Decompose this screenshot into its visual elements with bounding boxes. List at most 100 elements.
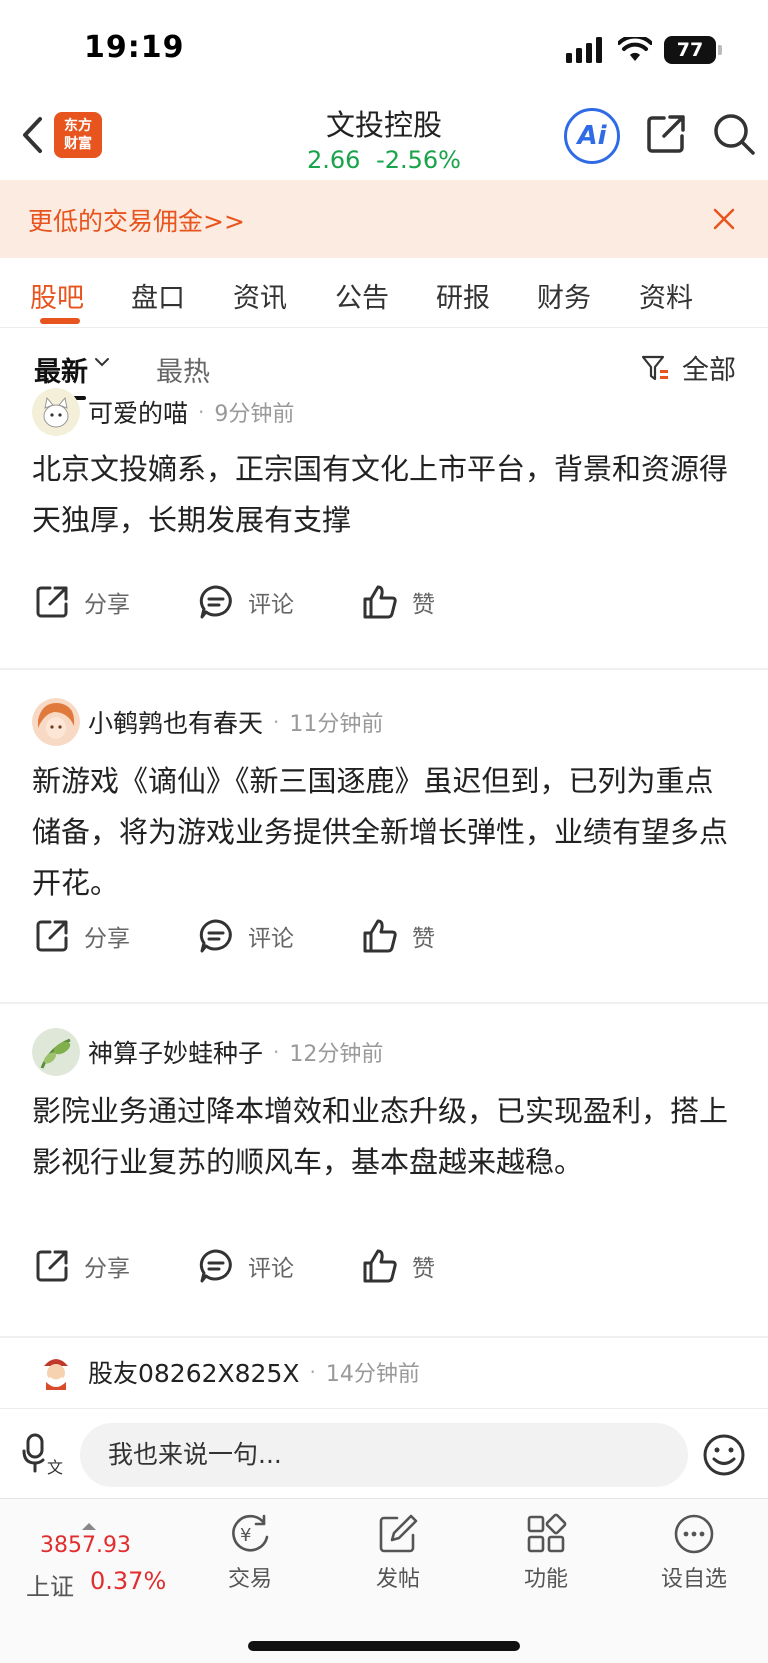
share-action[interactable]: 分享 <box>34 918 198 954</box>
post-content[interactable]: 影院业务通过降本增效和业态升级，已实现盈利，搭上影视行业复苏的顺风车，基本盘越来… <box>32 1086 742 1188</box>
stock-header: 东方 财富 文投控股 2.66 -2.56% Ai <box>0 100 768 180</box>
new-post-button[interactable]: 发帖 <box>338 1513 458 1593</box>
tab-guba[interactable]: 股吧 <box>30 276 84 315</box>
voice-input-button[interactable]: 文 <box>22 1431 66 1477</box>
promo-text[interactable]: 更低的交易佣金>> <box>28 202 245 238</box>
tab-finance[interactable]: 财务 <box>537 276 591 315</box>
comment-input-bar: 文 我也来说一句... <box>0 1408 768 1498</box>
tab-profile[interactable]: 资料 <box>639 276 693 315</box>
sort-latest[interactable]: 最新 <box>34 350 88 389</box>
post-time: 11分钟前 <box>289 712 384 737</box>
stock-tabs: 股吧 盘口 资讯 公告 研报 财务 资料 <box>0 258 768 328</box>
trade-button[interactable]: ¥ 交易 <box>190 1513 310 1593</box>
post-header: 小鹌鹑也有春天 · 11分钟前 <box>32 698 383 746</box>
post-item[interactable]: 可爱的喵 · 9分钟前 北京文投嫡系，正宗国有文化上市平台，背景和资源得天独厚，… <box>0 388 768 670</box>
functions-grid-icon <box>527 1513 567 1553</box>
share-action[interactable]: 分享 <box>34 584 198 620</box>
svg-text:¥: ¥ <box>240 1525 251 1546</box>
post-header: 股友08262X825X · 14分钟前 <box>32 1348 420 1396</box>
index-change: 0.37% <box>90 1567 167 1595</box>
share-external-icon <box>647 115 685 153</box>
battery-indicator: 77 <box>664 36 722 64</box>
thumbs-up-icon <box>363 1249 397 1283</box>
status-time: 19:19 <box>84 30 185 65</box>
caret-up-icon <box>82 1523 96 1530</box>
voice-to-text-icon: 文 <box>22 1433 63 1477</box>
cat-avatar-icon[interactable] <box>32 388 80 436</box>
sort-hot[interactable]: 最热 <box>156 350 210 389</box>
trade-icon: ¥ <box>232 1514 269 1552</box>
post-content[interactable]: 北京文投嫡系，正宗国有文化上市平台，背景和资源得天独厚，长期发展有支撑 <box>32 444 742 546</box>
functions-button[interactable]: 功能 <box>486 1513 606 1593</box>
more-dots-icon <box>674 1514 714 1554</box>
post-item[interactable]: 小鹌鹑也有春天 · 11分钟前 新游戏《谪仙》《新三国逐鹿》虽迟但到，已列为重点… <box>0 670 768 1004</box>
like-action[interactable]: 赞 <box>362 1248 526 1284</box>
filter-all-label: 全部 <box>682 355 736 386</box>
wifi-icon <box>618 37 652 61</box>
anime-girl-avatar-icon[interactable] <box>32 698 80 746</box>
post-author[interactable]: 神算子妙蛙种子 <box>88 1034 263 1070</box>
tab-news[interactable]: 资讯 <box>233 276 287 315</box>
post-header: 神算子妙蛙种子 · 12分钟前 <box>32 1028 383 1076</box>
post-item[interactable]: 神算子妙蛙种子 · 12分钟前 影院业务通过降本增效和业态升级，已实现盈利，搭上… <box>0 1004 768 1338</box>
market-index-ticker[interactable]: 3857.93 上证 0.37% <box>20 1519 180 1601</box>
like-action[interactable]: 赞 <box>362 918 526 954</box>
bottom-toolbar: 3857.93 上证 0.37% ¥ 交易 发帖 功能 设自选 <box>0 1498 768 1663</box>
like-action[interactable]: 赞 <box>362 584 526 620</box>
emoji-button[interactable] <box>702 1433 746 1477</box>
status-bar: 19:19 77 <box>0 0 768 100</box>
comment-action[interactable]: 评论 <box>198 1248 362 1284</box>
stock-change: -2.56% <box>376 146 461 174</box>
ai-assistant-button[interactable]: Ai <box>564 108 620 164</box>
share-icon <box>36 1250 68 1282</box>
tab-announcements[interactable]: 公告 <box>335 276 389 315</box>
post-time: 14分钟前 <box>325 1362 420 1387</box>
filter-funnel-icon <box>641 355 668 380</box>
post-author[interactable]: 小鹌鹑也有春天 <box>88 704 263 740</box>
comment-action[interactable]: 评论 <box>198 584 362 620</box>
thumbs-up-icon <box>363 585 397 619</box>
stock-price: 2.66 <box>307 146 361 174</box>
comment-bubble-icon <box>199 919 232 953</box>
post-time: 12分钟前 <box>289 1042 384 1067</box>
svg-text:文: 文 <box>47 1458 63 1475</box>
share-action[interactable]: 分享 <box>34 1248 198 1284</box>
promo-close-button[interactable] <box>702 197 746 241</box>
add-watchlist-button[interactable]: 设自选 <box>634 1513 754 1593</box>
comment-bubble-icon <box>199 1249 232 1283</box>
cellular-signal-icon <box>566 37 602 63</box>
active-tab-indicator <box>40 318 80 324</box>
post-author[interactable]: 股友08262X825X <box>88 1354 300 1390</box>
post-actions: 分享 评论 赞 <box>34 582 526 622</box>
post-time: 9分钟前 <box>214 402 295 427</box>
home-indicator[interactable] <box>248 1641 520 1651</box>
post-edit-icon <box>379 1514 418 1553</box>
index-value: 3857.93 <box>40 1533 131 1558</box>
post-item[interactable]: 股友08262X825X · 14分钟前 <box>0 1338 768 1408</box>
post-actions: 分享 评论 赞 <box>34 916 526 956</box>
share-button[interactable] <box>644 112 692 160</box>
comment-action[interactable]: 评论 <box>198 918 362 954</box>
fortune-god-avatar-icon[interactable] <box>32 1348 80 1396</box>
search-button[interactable] <box>712 112 760 160</box>
post-header: 可爱的喵 · 9分钟前 <box>32 388 294 436</box>
smiley-face-icon <box>703 1434 745 1476</box>
promo-banner[interactable]: 更低的交易佣金>> <box>0 180 768 258</box>
search-icon <box>714 114 755 155</box>
post-author[interactable]: 可爱的喵 <box>88 394 188 430</box>
share-icon <box>36 586 68 618</box>
share-icon <box>36 920 68 952</box>
plant-avatar-icon[interactable] <box>32 1028 80 1076</box>
thumbs-up-icon <box>363 919 397 953</box>
comment-input[interactable]: 我也来说一句... <box>80 1423 688 1487</box>
status-icons: 77 <box>566 36 722 64</box>
tab-research[interactable]: 研报 <box>436 276 490 315</box>
comment-bubble-icon <box>199 585 232 619</box>
filter-all-button[interactable]: 全部 <box>640 348 736 387</box>
close-icon <box>713 208 735 230</box>
tab-pankou[interactable]: 盘口 <box>131 276 185 315</box>
index-name: 上证 <box>26 1573 74 1601</box>
post-content[interactable]: 新游戏《谪仙》《新三国逐鹿》虽迟但到，已列为重点储备，将为游戏业务提供全新增长弹… <box>32 756 742 909</box>
chevron-down-icon[interactable] <box>94 356 110 368</box>
post-actions: 分享 评论 赞 <box>34 1246 526 1286</box>
